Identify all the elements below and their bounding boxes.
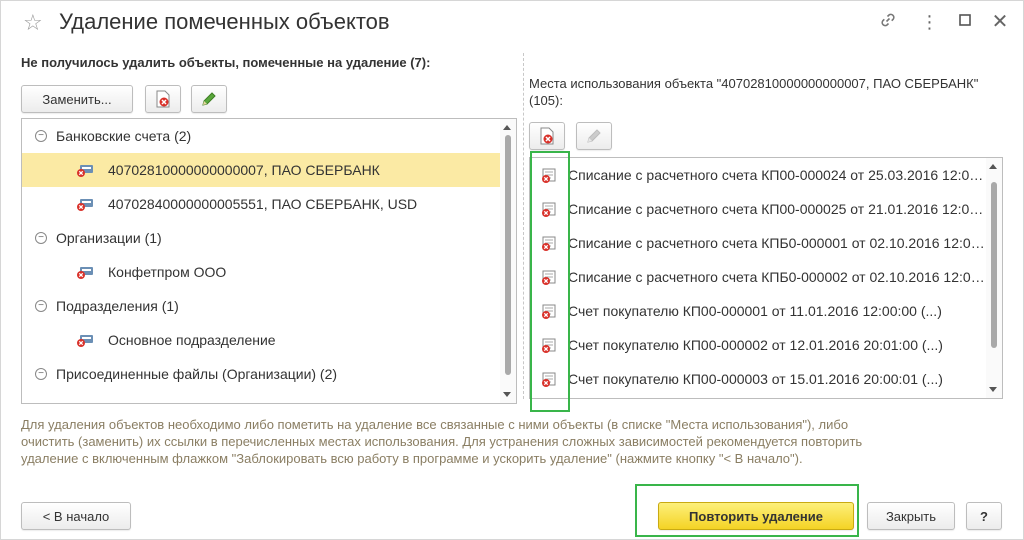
- edit-usage-button[interactable]: [576, 122, 612, 150]
- tree-scrollbar[interactable]: [500, 119, 516, 403]
- tree-group[interactable]: − Подразделения (1): [22, 289, 500, 323]
- usage-heading: Места использования объекта "40702810000…: [529, 76, 979, 108]
- list-item-label: Счет покупателю КП00-000001 от 11.01.201…: [568, 303, 942, 319]
- list-item-label: Списание с расчетного счета КПБ0-000002 …: [568, 269, 986, 285]
- mark-delete-button[interactable]: [145, 85, 181, 113]
- tree-group-label: Организации (1): [56, 230, 162, 246]
- scroll-down-icon[interactable]: [989, 387, 997, 392]
- list-item[interactable]: Списание с расчетного счета КПБ0-000001 …: [530, 226, 986, 260]
- tree-item[interactable]: 40702810000000000007, ПАО СБЕРБАНК: [22, 153, 500, 187]
- more-icon[interactable]: ⋮: [918, 11, 940, 33]
- help-button[interactable]: ?: [966, 502, 1002, 530]
- list-item-label: Списание с расчетного счета КП00-000025 …: [568, 201, 986, 217]
- list-item[interactable]: Списание с расчетного счета КП00-000025 …: [530, 192, 986, 226]
- objects-tree[interactable]: − Банковские счета (2) 40702810000000000…: [21, 118, 517, 404]
- list-item[interactable]: Списание с расчетного счета КП00-000024 …: [530, 158, 986, 192]
- tree-item-label: 40702840000000005551, ПАО СБЕРБАНК, USD: [108, 196, 418, 212]
- delete-marked-objects-window: ☆ Удаление помеченных объектов ⋮ ✕ Не по…: [0, 0, 1024, 540]
- tree-group[interactable]: − Банковские счета (2): [22, 119, 500, 153]
- window-title: Удаление помеченных объектов: [59, 9, 390, 34]
- star-icon[interactable]: ☆: [23, 10, 43, 36]
- tree-item-label: Основное подразделение: [108, 332, 276, 348]
- close-button[interactable]: Закрыть: [867, 502, 955, 530]
- delete-mark-icon: [156, 90, 170, 108]
- list-item-label: Счет покупателю КП00-000002 от 12.01.201…: [568, 337, 943, 353]
- deleted-object-icon: [77, 165, 93, 177]
- tree-item-label: 40702810000000000007, ПАО СБЕРБАНК: [108, 162, 380, 178]
- scroll-up-icon[interactable]: [503, 125, 511, 130]
- mark-delete-usage-button[interactable]: [529, 122, 565, 150]
- tree-item-label: Конфетпром ООО: [108, 264, 227, 280]
- tree-group-label: Банковские счета (2): [56, 128, 192, 144]
- replace-button[interactable]: Заменить...: [21, 85, 133, 113]
- list-item-label: Счет покупателю КП00-000003 от 15.01.201…: [568, 371, 943, 387]
- tree-group[interactable]: − Организации (1): [22, 221, 500, 255]
- collapse-icon[interactable]: −: [35, 232, 47, 244]
- scroll-down-icon[interactable]: [503, 392, 511, 397]
- list-item[interactable]: Счет покупателю КП00-000003 от 15.01.201…: [530, 362, 986, 396]
- tree-group-label: Подразделения (1): [56, 298, 179, 314]
- tree-item[interactable]: Конфетпром ООО: [22, 255, 500, 289]
- info-text: Для удаления объектов необходимо либо по…: [21, 417, 863, 466]
- tree-group[interactable]: − Присоединенные файлы (Организации) (2): [22, 357, 500, 391]
- scroll-up-icon[interactable]: [989, 164, 997, 169]
- title-bar: ☆ Удаление помеченных объектов ⋮ ✕: [1, 1, 1023, 45]
- collapse-icon[interactable]: −: [35, 368, 47, 380]
- collapse-icon[interactable]: −: [35, 130, 47, 142]
- list-item[interactable]: Счет покупателю КП00-000002 от 12.01.201…: [530, 328, 986, 362]
- tree-item[interactable]: 40702840000000005551, ПАО СБЕРБАНК, USD: [22, 187, 500, 221]
- list-item[interactable]: Списание с расчетного счета КПБ0-000002 …: [530, 260, 986, 294]
- panel-divider[interactable]: [523, 53, 524, 399]
- link-icon[interactable]: [877, 11, 899, 33]
- usage-list[interactable]: Списание с расчетного счета КП00-000024 …: [529, 157, 1003, 399]
- list-item-label: Списание с расчетного счета КПБ0-000001 …: [568, 235, 986, 251]
- collapse-icon[interactable]: −: [35, 300, 47, 312]
- retry-delete-button[interactable]: Повторить удаление: [658, 502, 854, 530]
- scroll-thumb[interactable]: [991, 182, 997, 348]
- icons-highlight-frame: [530, 151, 570, 412]
- maximize-icon[interactable]: [954, 11, 976, 33]
- deleted-object-icon: [77, 335, 93, 347]
- close-icon[interactable]: ✕: [989, 11, 1011, 33]
- left-heading: Не получилось удалить объекты, помеченны…: [21, 55, 431, 70]
- pencil-icon: [587, 129, 601, 143]
- deleted-object-icon: [77, 199, 93, 211]
- tree-item[interactable]: Основное подразделение: [22, 323, 500, 357]
- pencil-icon: [202, 92, 216, 106]
- delete-mark-icon: [540, 127, 554, 145]
- edit-button[interactable]: [191, 85, 227, 113]
- back-to-start-button[interactable]: < В начало: [21, 502, 131, 530]
- deleted-object-icon: [77, 267, 93, 279]
- list-item[interactable]: Счет покупателю КП00-000001 от 11.01.201…: [530, 294, 986, 328]
- scroll-thumb[interactable]: [505, 135, 511, 375]
- list-item-label: Списание с расчетного счета КП00-000024 …: [568, 167, 986, 183]
- usage-scrollbar[interactable]: [986, 158, 1002, 398]
- tree-group-label: Присоединенные файлы (Организации) (2): [56, 366, 338, 382]
